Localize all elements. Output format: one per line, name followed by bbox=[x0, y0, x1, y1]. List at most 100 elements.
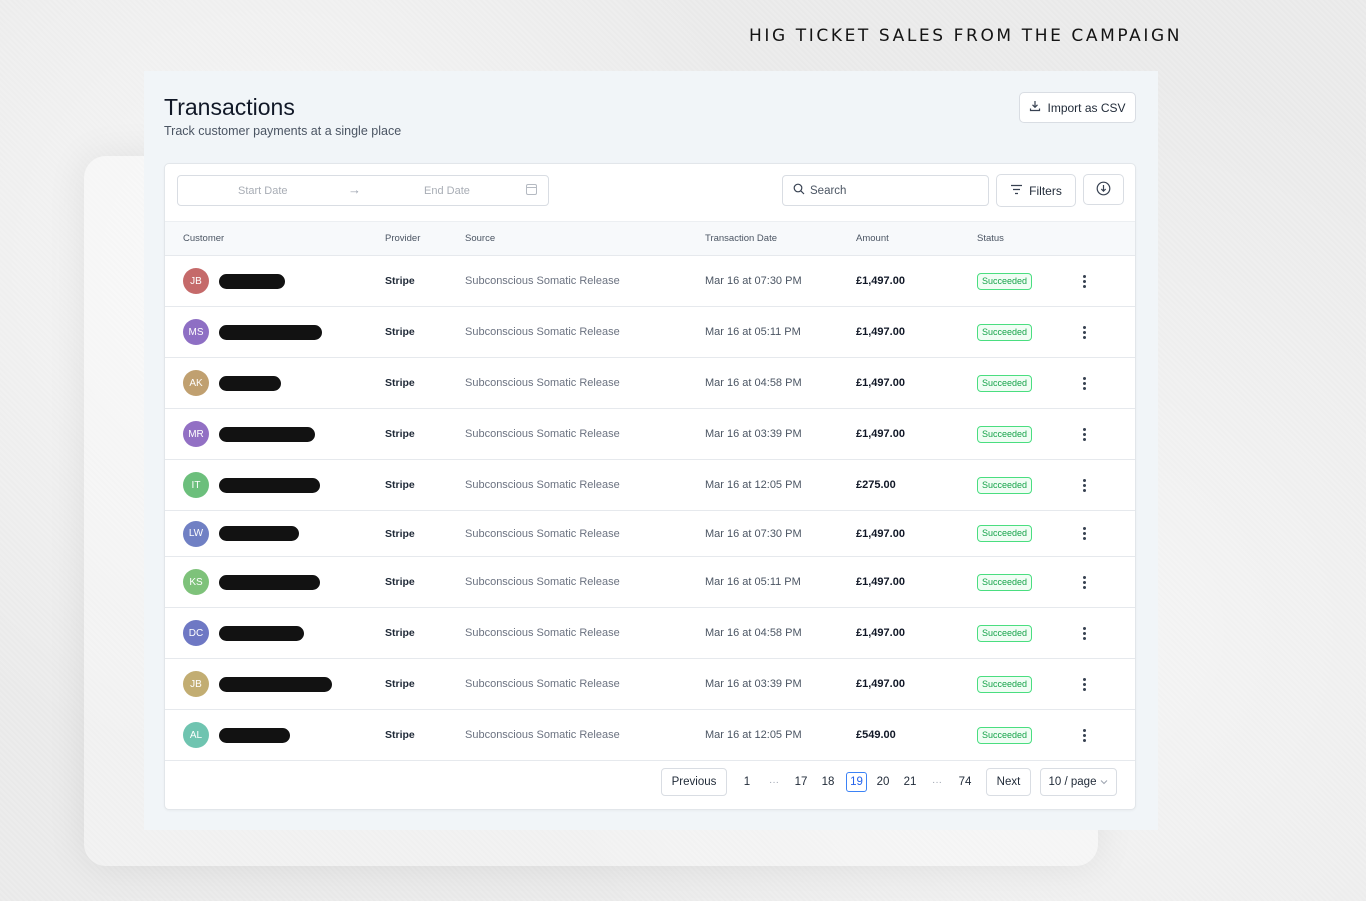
avatar: MR bbox=[183, 421, 209, 447]
actions-cell bbox=[1077, 307, 1135, 358]
customer-cell: IT bbox=[165, 460, 385, 511]
page-21[interactable]: 21 bbox=[901, 768, 919, 796]
source-cell: Subconscious Somatic Release bbox=[465, 479, 620, 491]
more-vertical-icon[interactable] bbox=[1077, 575, 1091, 589]
table-row[interactable]: DC Stripe Subconscious Somatic Release M… bbox=[165, 608, 1135, 659]
redacted-customer-name bbox=[219, 727, 290, 743]
page-ellipsis-right[interactable]: ··· bbox=[929, 768, 945, 796]
more-vertical-icon[interactable] bbox=[1077, 626, 1091, 640]
table-row[interactable]: AK Stripe Subconscious Somatic Release M… bbox=[165, 358, 1135, 409]
pagination: Previous 1 ··· 17 18 19 20 21 ··· 74 Nex… bbox=[165, 768, 1135, 798]
amount-cell: £1,497.00 bbox=[856, 275, 905, 287]
import-csv-button[interactable]: Import as CSV bbox=[1019, 92, 1136, 123]
redacted-customer-name bbox=[219, 625, 304, 641]
customer-cell: MS bbox=[165, 307, 385, 358]
transaction-date-cell: Mar 16 at 07:30 PM bbox=[705, 527, 802, 540]
col-status[interactable]: Status bbox=[977, 222, 1077, 256]
redacted-customer-name bbox=[219, 676, 332, 692]
page-74[interactable]: 74 bbox=[955, 768, 975, 796]
col-source[interactable]: Source bbox=[465, 222, 705, 256]
more-vertical-icon[interactable] bbox=[1077, 274, 1091, 288]
amount-cell: £1,497.00 bbox=[856, 627, 905, 639]
page-1[interactable]: 1 bbox=[739, 768, 755, 796]
col-amount[interactable]: Amount bbox=[856, 222, 977, 256]
avatar: KS bbox=[183, 569, 209, 595]
page-18[interactable]: 18 bbox=[819, 768, 837, 796]
amount-cell: £1,497.00 bbox=[856, 377, 905, 389]
start-date-field[interactable]: Start Date bbox=[238, 185, 288, 197]
filters-button[interactable]: Filters bbox=[996, 174, 1076, 207]
previous-button[interactable]: Previous bbox=[661, 768, 727, 796]
search-icon bbox=[793, 183, 805, 198]
redacted-customer-name bbox=[219, 324, 322, 340]
provider-cell: Stripe bbox=[385, 729, 415, 741]
transaction-date-cell: Mar 16 at 07:30 PM bbox=[705, 275, 802, 287]
end-date-field[interactable]: End Date bbox=[424, 185, 470, 197]
transactions-panel: Transactions Track customer payments at … bbox=[144, 71, 1158, 830]
toolbar: Start Date → End Date Search Filters bbox=[165, 164, 1135, 221]
source-cell: Subconscious Somatic Release bbox=[465, 377, 620, 389]
table-row[interactable]: AL Stripe Subconscious Somatic Release M… bbox=[165, 710, 1135, 761]
provider-cell: Stripe bbox=[385, 678, 415, 690]
col-provider[interactable]: Provider bbox=[385, 222, 465, 256]
export-button[interactable] bbox=[1083, 174, 1124, 205]
search-input[interactable]: Search bbox=[782, 175, 989, 206]
more-vertical-icon[interactable] bbox=[1077, 478, 1091, 492]
more-vertical-icon[interactable] bbox=[1077, 376, 1091, 390]
table-row[interactable]: JB Stripe Subconscious Somatic Release M… bbox=[165, 256, 1135, 307]
avatar: JB bbox=[183, 268, 209, 294]
avatar: DC bbox=[183, 620, 209, 646]
page-size-select[interactable]: 10 / page bbox=[1040, 768, 1117, 796]
provider-cell: Stripe bbox=[385, 275, 415, 287]
amount-cell: £1,497.00 bbox=[856, 527, 905, 540]
transactions-table: Customer Provider Source Transaction Dat… bbox=[165, 221, 1135, 761]
more-vertical-icon[interactable] bbox=[1077, 325, 1091, 339]
table-row[interactable]: KS Stripe Subconscious Somatic Release M… bbox=[165, 557, 1135, 608]
status-cell: Succeeded bbox=[977, 307, 1077, 358]
customer-cell: AK bbox=[165, 358, 385, 409]
customer-cell: DC bbox=[165, 608, 385, 659]
amount-cell: £275.00 bbox=[856, 479, 896, 491]
page-17[interactable]: 17 bbox=[792, 768, 810, 796]
page-size-label: 10 / page bbox=[1048, 776, 1097, 788]
page-20[interactable]: 20 bbox=[874, 768, 892, 796]
amount-cell: £549.00 bbox=[856, 729, 896, 741]
status-badge: Succeeded bbox=[977, 323, 1033, 341]
col-customer[interactable]: Customer bbox=[165, 222, 385, 256]
table-row[interactable]: MS Stripe Subconscious Somatic Release M… bbox=[165, 307, 1135, 358]
amount-cell: £1,497.00 bbox=[856, 428, 905, 440]
status-badge: Succeeded bbox=[977, 675, 1033, 693]
more-vertical-icon[interactable] bbox=[1077, 527, 1091, 540]
status-cell: Succeeded bbox=[977, 710, 1077, 761]
calendar-icon bbox=[526, 184, 537, 195]
transaction-date-cell: Mar 16 at 04:58 PM bbox=[705, 377, 802, 389]
table-row[interactable]: JB Stripe Subconscious Somatic Release M… bbox=[165, 659, 1135, 710]
table-row[interactable]: IT Stripe Subconscious Somatic Release M… bbox=[165, 460, 1135, 511]
date-range-picker[interactable]: Start Date → End Date bbox=[177, 175, 549, 206]
redacted-customer-name bbox=[219, 273, 285, 289]
next-button[interactable]: Next bbox=[986, 768, 1031, 796]
table-row[interactable]: MR Stripe Subconscious Somatic Release M… bbox=[165, 409, 1135, 460]
status-badge: Succeeded bbox=[977, 525, 1033, 542]
filter-icon bbox=[1010, 184, 1023, 198]
transaction-date-cell: Mar 16 at 12:05 PM bbox=[705, 729, 802, 741]
customer-cell: KS bbox=[165, 557, 385, 608]
arrow-right-icon: → bbox=[348, 182, 361, 197]
more-vertical-icon[interactable] bbox=[1077, 677, 1091, 691]
source-cell: Subconscious Somatic Release bbox=[465, 678, 620, 690]
status-cell: Succeeded bbox=[977, 460, 1077, 511]
redacted-customer-name bbox=[219, 526, 299, 541]
transaction-date-cell: Mar 16 at 04:58 PM bbox=[705, 627, 802, 639]
avatar: MS bbox=[183, 319, 209, 345]
page-19-current[interactable]: 19 bbox=[846, 772, 867, 792]
filters-label: Filters bbox=[1029, 183, 1062, 198]
status-cell: Succeeded bbox=[977, 557, 1077, 608]
customer-cell: JB bbox=[165, 256, 385, 307]
col-transaction-date[interactable]: Transaction Date bbox=[705, 222, 856, 256]
customer-cell: LW bbox=[165, 511, 385, 557]
page-ellipsis-left[interactable]: ··· bbox=[766, 768, 782, 796]
more-vertical-icon[interactable] bbox=[1077, 728, 1091, 742]
more-vertical-icon[interactable] bbox=[1077, 427, 1091, 441]
table-row[interactable]: LW Stripe Subconscious Somatic Release M… bbox=[165, 511, 1135, 557]
chevron-down-icon bbox=[1100, 776, 1108, 788]
